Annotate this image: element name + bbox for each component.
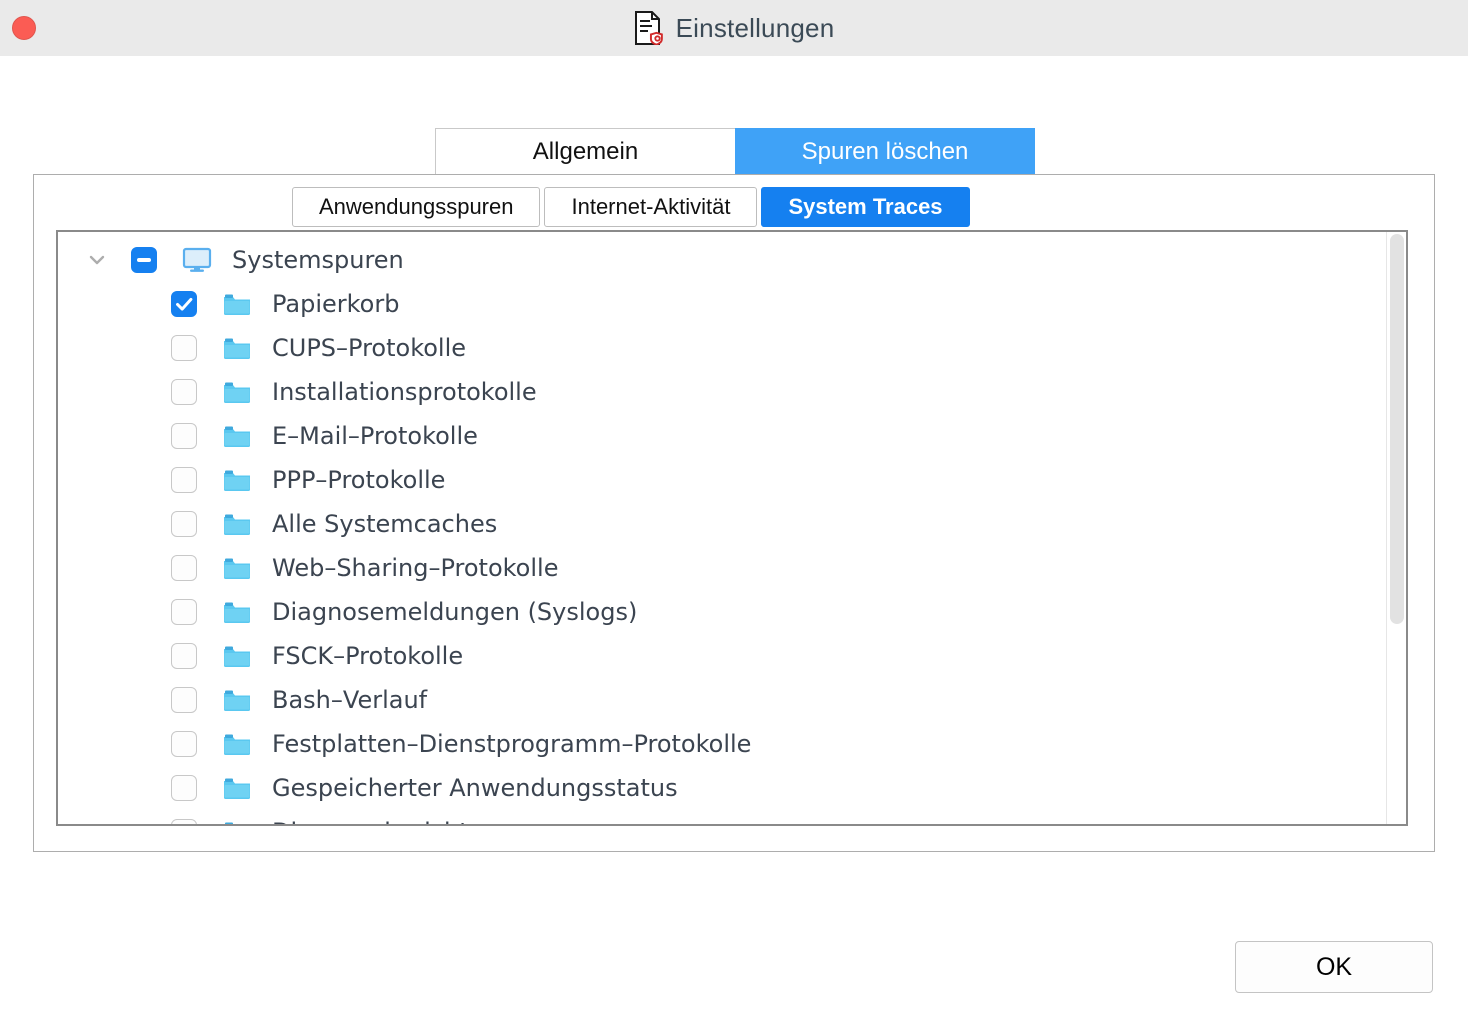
ok-button[interactable]: OK <box>1235 941 1433 993</box>
tree-item-row[interactable]: FSCK–Protokolle <box>58 634 1388 678</box>
folder-icon <box>222 775 252 801</box>
folder-icon <box>222 819 252 824</box>
tab-spuren-loeschen[interactable]: Spuren löschen <box>735 128 1035 176</box>
list-scrollbar[interactable] <box>1386 232 1406 824</box>
tab-anwendungsspuren[interactable]: Anwendungsspuren <box>292 187 541 227</box>
tree-item-label: Alle Systemcaches <box>272 510 498 538</box>
tree-item-label: CUPS–Protokolle <box>272 334 467 362</box>
tree-item-row[interactable]: PPP–Protokolle <box>58 458 1388 502</box>
folder-icon <box>222 379 252 405</box>
tree-item-row[interactable]: E–Mail–Protokolle <box>58 414 1388 458</box>
chevron-down-icon[interactable] <box>86 249 108 271</box>
monitor-icon <box>182 247 212 273</box>
tree-item-label: Diagnosemeldungen (Syslogs) <box>272 598 638 626</box>
tree-item-label: FSCK–Protokolle <box>272 642 464 670</box>
tree-item-row[interactable]: Festplatten–Dienstprogramm–Protokolle <box>58 722 1388 766</box>
folder-icon <box>222 467 252 493</box>
tree-item-label: PPP–Protokolle <box>272 466 446 494</box>
tree-item-row[interactable]: Diagnoseberichte <box>58 810 1388 824</box>
window-title-group: Einstellungen <box>634 11 835 45</box>
tree-root-row[interactable]: Systemspuren <box>58 238 1388 282</box>
tree-item-label: E–Mail–Protokolle <box>272 422 478 450</box>
folder-icon <box>222 687 252 713</box>
scrollbar-thumb[interactable] <box>1390 234 1404 624</box>
tree-item-row[interactable]: CUPS–Protokolle <box>58 326 1388 370</box>
tree-item-checkbox[interactable] <box>171 555 197 581</box>
tree-item-label: Diagnoseberichte <box>272 818 483 824</box>
tree-item-checkbox[interactable] <box>171 379 197 405</box>
tree-item-checkbox[interactable] <box>171 731 197 757</box>
indeterminate-dash-icon <box>137 258 151 262</box>
tree-item-checkbox[interactable] <box>171 687 197 713</box>
tree-item-checkbox[interactable] <box>171 775 197 801</box>
tree-item-checkbox[interactable] <box>171 643 197 669</box>
settings-panel: Anwendungsspuren Internet-Aktivität Syst… <box>33 174 1435 852</box>
tree-item-checkbox[interactable] <box>171 467 197 493</box>
tree-list: Systemspuren Papierkorb CUPS–Protokolle In… <box>58 232 1388 824</box>
folder-icon <box>222 599 252 625</box>
system-traces-listbox[interactable]: Systemspuren Papierkorb CUPS–Protokolle In… <box>56 230 1408 826</box>
tree-item-checkbox[interactable] <box>171 511 197 537</box>
tree-item-label: Festplatten–Dienstprogramm–Protokolle <box>272 730 752 758</box>
check-icon <box>176 297 193 311</box>
tree-item-row[interactable]: Diagnosemeldungen (Syslogs) <box>58 590 1388 634</box>
tree-item-label: Web–Sharing–Protokolle <box>272 554 559 582</box>
tree-item-row[interactable]: Bash–Verlauf <box>58 678 1388 722</box>
tree-item-row[interactable]: Alle Systemcaches <box>58 502 1388 546</box>
page-title: Einstellungen <box>675 12 835 43</box>
tree-root-checkbox[interactable] <box>131 247 157 273</box>
tree-item-label: Installationsprotokolle <box>272 378 537 406</box>
tab-system-traces[interactable]: System Traces <box>761 187 970 227</box>
folder-icon <box>222 643 252 669</box>
tree-item-label: Papierkorb <box>272 290 400 318</box>
tab-allgemein[interactable]: Allgemein <box>435 128 735 176</box>
window-titlebar: Einstellungen <box>0 0 1468 56</box>
close-window-button[interactable] <box>12 16 36 40</box>
folder-icon <box>222 291 252 317</box>
tree-item-label: Bash–Verlauf <box>272 686 428 714</box>
tree-item-row[interactable]: Papierkorb <box>58 282 1388 326</box>
tree-item-checkbox[interactable] <box>171 423 197 449</box>
tree-item-checkbox[interactable] <box>171 599 197 625</box>
tree-root-label: Systemspuren <box>232 246 404 274</box>
outer-tab-bar: Allgemein Spuren löschen <box>435 128 1035 176</box>
folder-icon <box>222 335 252 361</box>
tree-item-checkbox[interactable] <box>171 335 197 361</box>
folder-icon <box>222 511 252 537</box>
tree-item-checkbox[interactable] <box>171 291 197 317</box>
inner-tab-bar: Anwendungsspuren Internet-Aktivität Syst… <box>292 187 974 227</box>
folder-icon <box>222 423 252 449</box>
document-settings-icon <box>634 11 663 45</box>
tree-item-row[interactable]: Installationsprotokolle <box>58 370 1388 414</box>
tab-internet-aktivitaet[interactable]: Internet-Aktivität <box>544 187 758 227</box>
folder-icon <box>222 731 252 757</box>
tree-item-checkbox[interactable] <box>171 819 197 824</box>
folder-icon <box>222 555 252 581</box>
tree-item-row[interactable]: Web–Sharing–Protokolle <box>58 546 1388 590</box>
tree-children: Papierkorb CUPS–Protokolle Installationspr… <box>58 282 1388 824</box>
tree-item-row[interactable]: Gespeicherter Anwendungsstatus <box>58 766 1388 810</box>
tree-item-label: Gespeicherter Anwendungsstatus <box>272 774 678 802</box>
